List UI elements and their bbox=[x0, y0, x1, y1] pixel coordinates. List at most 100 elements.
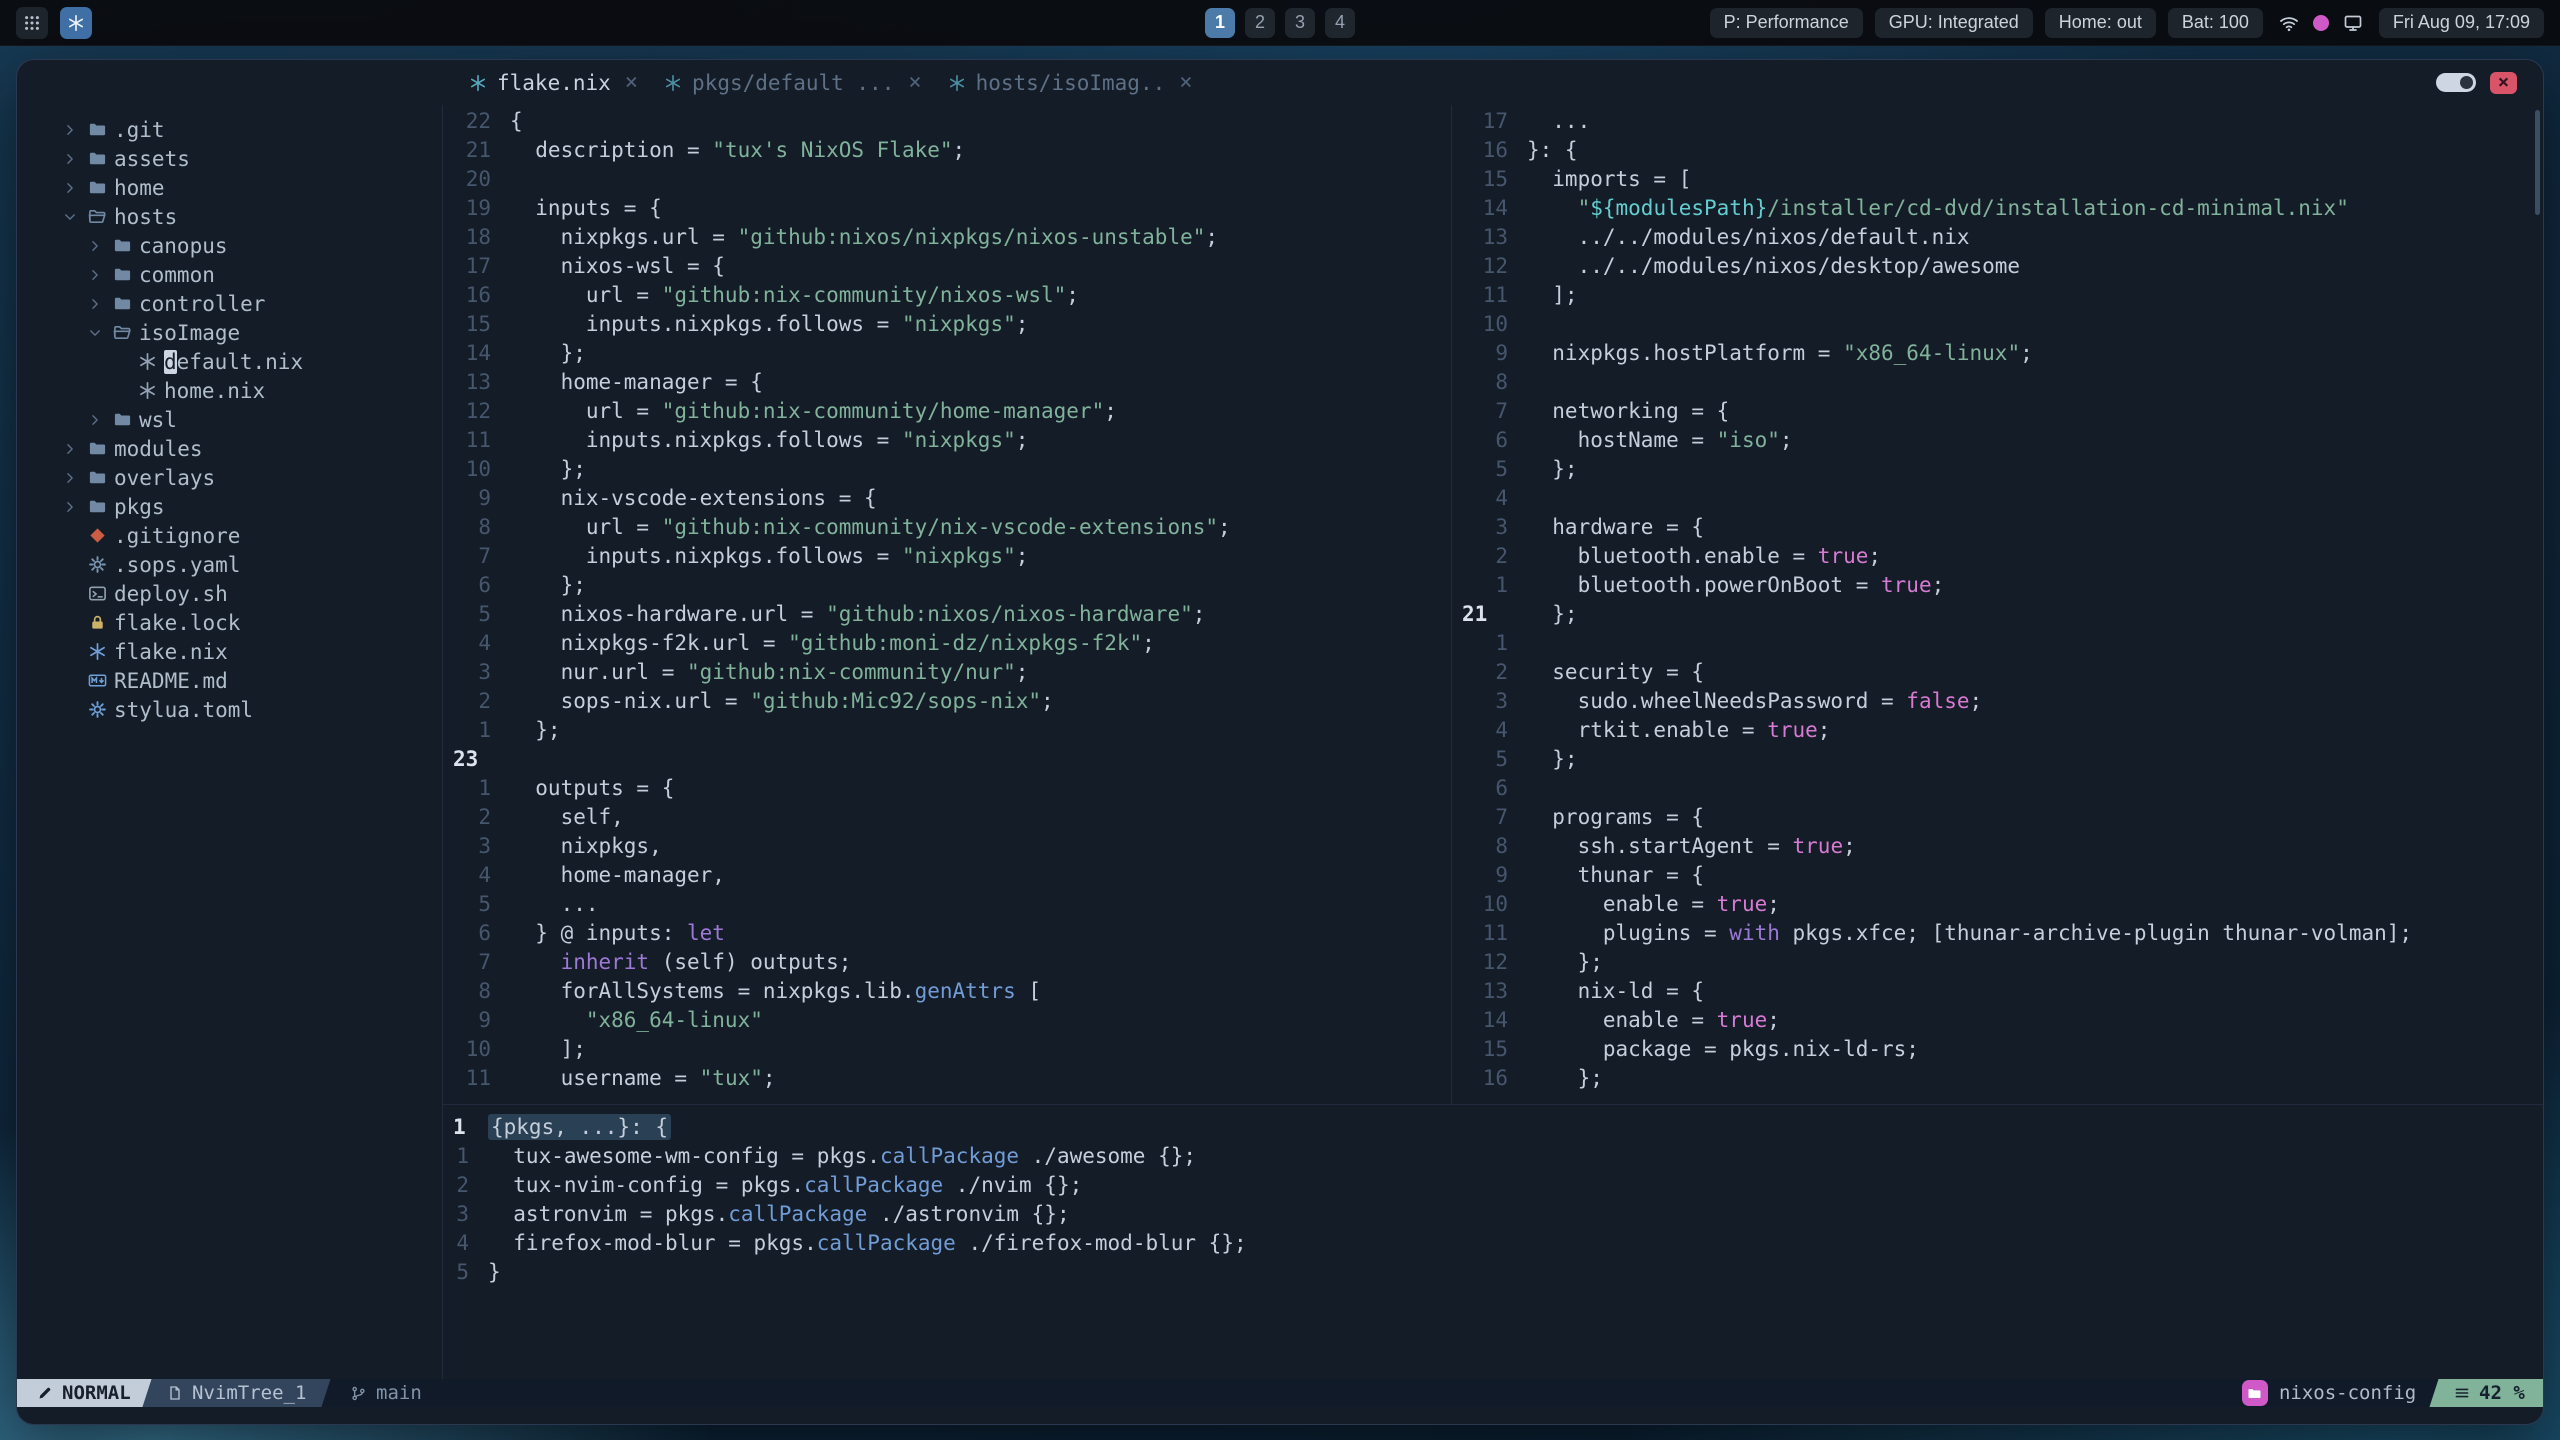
tree-item-wsl[interactable]: wsl bbox=[17, 405, 442, 434]
display-icon[interactable] bbox=[2343, 13, 2363, 33]
app-grid-icon bbox=[23, 14, 41, 32]
tree-item-isoImage[interactable]: isoImage bbox=[17, 318, 442, 347]
scrollbar-thumb[interactable] bbox=[2535, 110, 2540, 215]
tab-2[interactable]: hosts/isoImag.. × bbox=[948, 71, 1209, 95]
tree-item-assets[interactable]: assets bbox=[17, 144, 442, 173]
line-number: 1 bbox=[453, 1115, 466, 1139]
chevron-right-icon[interactable] bbox=[57, 152, 83, 166]
workspace-button-2[interactable]: 2 bbox=[1245, 7, 1275, 38]
nvimtree-file-explorer[interactable]: .git assets home hosts canopus common controll… bbox=[17, 105, 443, 1379]
code-line: 12 url = "github:nix-community/home-mana… bbox=[443, 397, 1451, 426]
mode-indicator: NORMAL bbox=[17, 1379, 156, 1407]
code-text: hostName = "iso"; bbox=[1527, 428, 1793, 452]
chevron-down-icon[interactable] bbox=[57, 210, 83, 224]
code-line: 11 plugins = with pkgs.xfce; [thunar-arc… bbox=[1452, 919, 2543, 948]
code-text: nixos-hardware.url = "github:nixos/nixos… bbox=[510, 602, 1206, 626]
chevron-right-icon[interactable] bbox=[57, 500, 83, 514]
tree-item-home.nix[interactable]: home.nix bbox=[17, 376, 442, 405]
tree-item-canopus[interactable]: canopus bbox=[17, 231, 442, 260]
folder-icon bbox=[108, 410, 136, 429]
nix-icon bbox=[133, 381, 161, 400]
nix-app-button[interactable] bbox=[60, 6, 92, 39]
tree-item-pkgs[interactable]: pkgs bbox=[17, 492, 442, 521]
workspace-button-3[interactable]: 3 bbox=[1285, 7, 1315, 38]
tab-close-icon[interactable]: × bbox=[625, 71, 638, 94]
chevron-down-icon[interactable] bbox=[82, 326, 108, 340]
tab-0[interactable]: flake.nix × bbox=[469, 71, 654, 95]
tab-close-icon[interactable]: × bbox=[908, 71, 921, 94]
tree-item-.gitignore[interactable]: .gitignore bbox=[17, 521, 442, 550]
code-line: 6 hostName = "iso"; bbox=[1452, 426, 2543, 455]
workspace-button-4[interactable]: 4 bbox=[1325, 7, 1355, 38]
line-number: 3 bbox=[478, 834, 491, 858]
buffer-tabs: flake.nix × pkgs/default ... × hosts/isoImag… bbox=[469, 71, 1219, 95]
tree-item-stylua.toml[interactable]: stylua.toml bbox=[17, 695, 442, 724]
tree-item-modules[interactable]: modules bbox=[17, 434, 442, 463]
line-number: 1 bbox=[478, 776, 491, 800]
tab-1[interactable]: pkgs/default ... × bbox=[664, 71, 938, 95]
code-line: 4 bbox=[1452, 484, 2543, 513]
code-text: } bbox=[488, 1260, 501, 1284]
chevron-right-icon[interactable] bbox=[57, 181, 83, 195]
line-number: 14 bbox=[465, 341, 491, 365]
line-number: 4 bbox=[478, 863, 491, 887]
tree-item-controller[interactable]: controller bbox=[17, 289, 442, 318]
line-number: 17 bbox=[465, 254, 491, 278]
pencil-icon bbox=[37, 1385, 53, 1401]
tree-item-label: canopus bbox=[139, 233, 228, 258]
code-line: 15 imports = [ bbox=[1452, 165, 2543, 194]
tree-item-common[interactable]: common bbox=[17, 260, 442, 289]
tree-item-flake.lock[interactable]: flake.lock bbox=[17, 608, 442, 637]
code-text: ]; bbox=[1527, 283, 1578, 307]
code-line: 2 security = { bbox=[1452, 658, 2543, 687]
code-text: imports = [ bbox=[1527, 167, 1692, 191]
chevron-right-icon[interactable] bbox=[57, 123, 83, 137]
editor-pane-iso-default-nix[interactable]: 17 ... 16}: {15 imports = [14 "${modulesP… bbox=[1452, 105, 2543, 1104]
app-launcher-button[interactable] bbox=[16, 6, 48, 39]
chevron-right-icon[interactable] bbox=[82, 268, 108, 282]
chevron-right-icon[interactable] bbox=[82, 239, 108, 253]
tree-item-deploy.sh[interactable]: deploy.sh bbox=[17, 579, 442, 608]
code-line: 5 ... bbox=[443, 890, 1451, 919]
tree-item-default.nix[interactable]: default.nix bbox=[17, 347, 442, 376]
workspace-button-1[interactable]: 1 bbox=[1205, 7, 1235, 38]
window-close-button[interactable]: × bbox=[2490, 71, 2517, 94]
tree-item-.git[interactable]: .git bbox=[17, 115, 442, 144]
code-text: ../../modules/nixos/default.nix bbox=[1527, 225, 1970, 249]
tab-close-icon[interactable]: × bbox=[1179, 71, 1192, 94]
editor-pane-flake-nix[interactable]: 22{21 description = "tux's NixOS Flake";… bbox=[443, 105, 1452, 1104]
chevron-right-icon[interactable] bbox=[82, 297, 108, 311]
chevron-right-icon[interactable] bbox=[82, 413, 108, 427]
wifi-icon[interactable] bbox=[2279, 13, 2299, 33]
tree-item-home[interactable]: home bbox=[17, 173, 442, 202]
line-number: 4 bbox=[456, 1231, 469, 1255]
tree-item-.sops.yaml[interactable]: .sops.yaml bbox=[17, 550, 442, 579]
code-line: 14 }; bbox=[443, 339, 1451, 368]
line-number: 5 bbox=[478, 892, 491, 916]
clock[interactable]: Fri Aug 09, 17:09 bbox=[2378, 7, 2544, 38]
tree-item-README.md[interactable]: README.md bbox=[17, 666, 442, 695]
code-line: 1 bluetooth.powerOnBoot = true; bbox=[1452, 571, 2543, 600]
code-text: { bbox=[510, 109, 523, 133]
color-dot-icon[interactable] bbox=[2312, 14, 2329, 31]
code-text: }; bbox=[1527, 747, 1578, 771]
code-line: 17 ... bbox=[1452, 107, 2543, 136]
buffer-indicator: NvimTree_1 bbox=[142, 1379, 331, 1407]
code-text: self, bbox=[510, 805, 624, 829]
line-number: 9 bbox=[1495, 863, 1508, 887]
window-toggle-button[interactable] bbox=[2436, 73, 2476, 92]
tree-item-overlays[interactable]: overlays bbox=[17, 463, 442, 492]
folder-icon bbox=[83, 120, 111, 139]
line-number: 21 bbox=[465, 138, 491, 162]
chevron-right-icon[interactable] bbox=[57, 471, 83, 485]
tree-item-hosts[interactable]: hosts bbox=[17, 202, 442, 231]
chevron-right-icon[interactable] bbox=[57, 442, 83, 456]
code-text: nixpkgs, bbox=[510, 834, 662, 858]
editor-pane-pkgs-default-nix[interactable]: 1 {pkgs, ...}: {1 tux-awesome-wm-config =… bbox=[443, 1105, 2543, 1379]
code-text: ssh.startAgent = true; bbox=[1527, 834, 1856, 858]
tree-item-label: .git bbox=[114, 117, 165, 142]
tree-item-flake.nix[interactable]: flake.nix bbox=[17, 637, 442, 666]
tree-item-label: overlays bbox=[114, 465, 216, 490]
